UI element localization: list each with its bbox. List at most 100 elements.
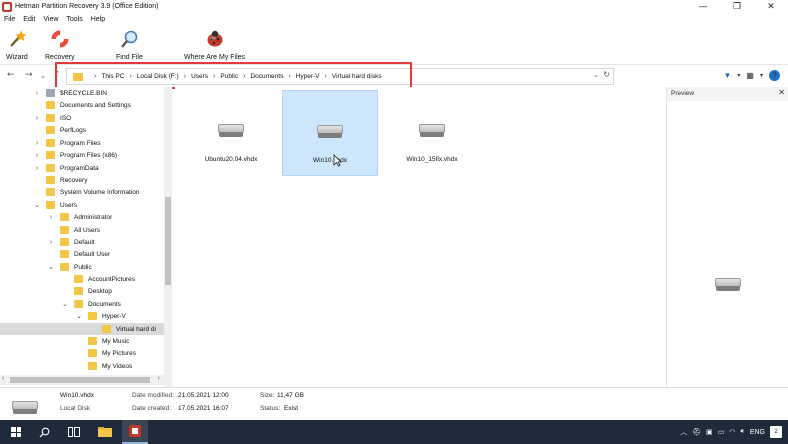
ladybug-icon — [205, 29, 225, 49]
file-item[interactable]: Ubuntu20.04.vhdx — [183, 90, 279, 176]
tree-item[interactable]: ⌄ Documents — [0, 298, 164, 310]
notification-icon[interactable]: 2 — [770, 426, 782, 438]
folder-icon — [46, 114, 55, 122]
menu-bar: File Edit View Tools Help — [0, 14, 105, 26]
display-tray-icon[interactable]: ▭ — [718, 428, 725, 436]
status-value: Exist — [284, 405, 299, 412]
virtual-disk-icon — [317, 125, 343, 139]
menu-help[interactable]: Help — [91, 14, 105, 26]
maximize-button[interactable]: ❐ — [720, 0, 754, 13]
tree-item[interactable]: › Default — [0, 236, 164, 248]
folder-icon — [74, 287, 83, 295]
title-bar: Hetman Partition Recovery 3.9 (Office Ed… — [0, 0, 788, 13]
recovery-button[interactable]: Recovery — [45, 29, 75, 61]
preview-pane: Preview ✕ — [666, 87, 788, 387]
folder-icon — [46, 101, 55, 109]
window-title: Hetman Partition Recovery 3.9 (Office Ed… — [15, 3, 159, 10]
tree-item[interactable]: All Users — [0, 224, 164, 236]
address-dropdown-icon[interactable]: ⌄ — [593, 71, 599, 79]
tree-item[interactable]: ⌄ Public — [0, 261, 164, 273]
folder-icon — [74, 300, 83, 308]
file-name: Win10_15fix.vhdx — [406, 156, 458, 163]
tree-item[interactable]: System Volume Information — [0, 186, 164, 198]
menu-tools[interactable]: Tools — [66, 14, 82, 26]
date-modified-label: Date modified: — [132, 392, 174, 399]
tree-item[interactable]: My Music — [0, 335, 164, 347]
menu-edit[interactable]: Edit — [23, 14, 35, 26]
menu-view[interactable]: View — [43, 14, 58, 26]
file-item[interactable]: Win10_15fix.vhdx — [384, 90, 480, 176]
date-created-value: 17.05.2021 16:07 — [178, 405, 229, 412]
system-tray: ︿ ⛑ ▣ ▭ ◠ 🔉︎ ENG 2 — [680, 420, 788, 444]
network-icon[interactable]: ◠ — [729, 428, 735, 436]
close-preview-icon[interactable]: ✕ — [778, 88, 785, 97]
tree-item[interactable]: › ProgramData — [0, 162, 164, 174]
file-item-selected[interactable]: Win10.vhdx — [282, 90, 378, 176]
tree-item[interactable]: › Program Files (x86) — [0, 149, 164, 161]
scrollbar-thumb[interactable] — [165, 197, 171, 285]
view-mode-icon[interactable]: ▦ — [746, 71, 754, 80]
tree-item[interactable]: › $RECYCLE.BIN — [0, 87, 164, 99]
file-explorer-icon[interactable] — [93, 420, 117, 444]
file-name: Ubuntu20.04.vhdx — [204, 156, 258, 163]
filter-dropdown-icon[interactable]: ▾ — [737, 72, 740, 79]
lifebuoy-icon — [50, 29, 70, 49]
tree-item-selected[interactable]: Virtual hard di — [0, 323, 164, 335]
tree-item[interactable]: AccountPictures — [0, 273, 164, 285]
folder-icon — [88, 312, 97, 320]
recovery-tray-icon[interactable]: ⛑ — [692, 428, 701, 436]
refresh-icon[interactable]: ↻ — [603, 70, 610, 79]
tree-horizontal-scrollbar[interactable]: ‹ › — [0, 375, 172, 385]
where-are-my-files-button[interactable]: Where Are My Files — [184, 29, 245, 61]
start-button[interactable] — [4, 420, 28, 444]
folder-icon — [46, 139, 55, 147]
tree-item[interactable]: Documents and Settings — [0, 99, 164, 111]
virtual-disk-icon — [715, 278, 741, 292]
tree-item[interactable]: ⌄ Users — [0, 199, 164, 211]
find-file-button[interactable]: Find File — [116, 29, 143, 61]
keyboard-tray-icon[interactable]: ▣ — [706, 428, 713, 436]
tree-item[interactable]: My Videos — [0, 360, 164, 372]
filter-icon[interactable]: ▼ — [723, 71, 731, 80]
folder-icon — [88, 349, 97, 357]
folder-icon — [46, 176, 55, 184]
date-created-label: Date created: — [132, 405, 172, 412]
tree-item[interactable]: Desktop — [0, 285, 164, 297]
tree-item[interactable]: My Pictures — [0, 347, 164, 359]
tree-item[interactable]: › ISO — [0, 112, 164, 124]
close-button[interactable]: ✕ — [754, 0, 788, 13]
detail-file-name: Win10.vhdx — [60, 392, 94, 399]
scroll-left-icon[interactable]: ‹ — [2, 375, 4, 382]
tree-item[interactable]: › Program Files — [0, 137, 164, 149]
window-controls: — ❐ ✕ — [686, 0, 788, 13]
scrollbar-thumb[interactable] — [10, 377, 150, 383]
tree-item[interactable]: ⌄ Hyper-V — [0, 310, 164, 322]
tree-item[interactable]: Default User — [0, 248, 164, 260]
search-icon[interactable] — [32, 420, 56, 444]
help-icon[interactable]: ? — [769, 70, 780, 81]
folder-tree: › $RECYCLE.BIN Documents and Settings › IS… — [0, 87, 172, 387]
task-view-icon[interactable] — [62, 420, 86, 444]
forward-arrow-icon[interactable]: → — [25, 70, 33, 80]
minimize-button[interactable]: — — [686, 0, 720, 13]
wizard-button[interactable]: Wizard — [6, 29, 28, 61]
details-panel: Win10.vhdx Local Disk Date modified: 21.… — [0, 387, 788, 420]
tree-item[interactable]: PerfLogs — [0, 124, 164, 136]
tree-item[interactable]: › Administrator — [0, 211, 164, 223]
folder-icon — [46, 151, 55, 159]
folder-icon — [60, 250, 69, 258]
folder-icon — [102, 325, 111, 333]
language-indicator[interactable]: ENG — [750, 429, 765, 436]
history-chevron-icon[interactable]: ⌄ — [40, 72, 46, 80]
scroll-right-icon[interactable]: › — [158, 375, 160, 382]
view-dropdown-icon[interactable]: ▾ — [760, 72, 763, 79]
tray-chevron-icon[interactable]: ︿ — [680, 427, 687, 437]
wizard-icon — [7, 29, 27, 49]
hetman-app-taskbar-icon[interactable] — [122, 420, 148, 444]
virtual-disk-icon — [218, 124, 244, 138]
tree-item[interactable]: Recovery — [0, 174, 164, 186]
volume-icon[interactable]: 🔉︎ — [740, 428, 744, 436]
tree-vertical-scrollbar[interactable] — [164, 87, 172, 387]
menu-file[interactable]: File — [4, 14, 15, 26]
back-arrow-icon[interactable]: ← — [7, 70, 15, 80]
